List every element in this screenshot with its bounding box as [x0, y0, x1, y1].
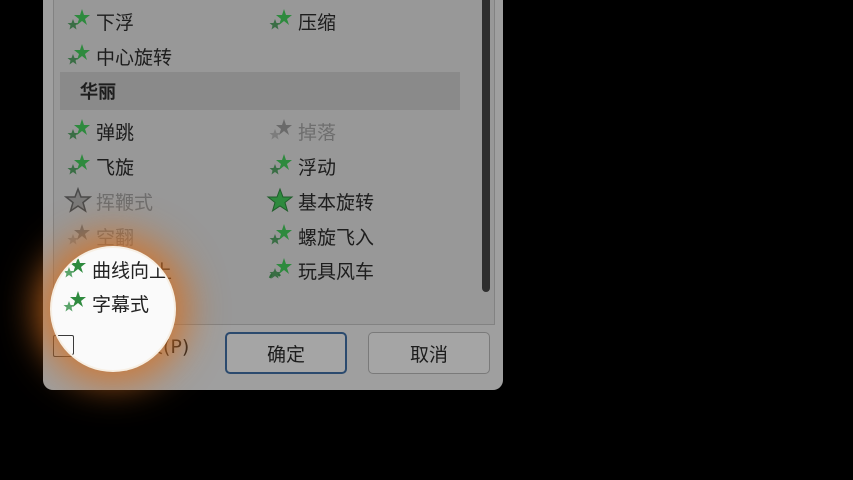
- multi-star-icon: [67, 119, 90, 140]
- multi-star-icon: [67, 9, 90, 30]
- multi-star-icon: [63, 291, 86, 312]
- effect-item-kongfan[interactable]: 空翻: [64, 220, 134, 252]
- multi-star-icon: [269, 9, 292, 30]
- effect-item-huibianshi[interactable]: 挥鞭式: [64, 185, 153, 217]
- vertical-scrollbar[interactable]: [476, 0, 494, 324]
- pinwheel-star-icon: [268, 258, 292, 279]
- effect-label: 基本旋转: [298, 191, 375, 214]
- effect-label: 飞旋: [96, 156, 135, 179]
- effect-label: 玩具风车: [298, 260, 375, 283]
- effect-label: 弹跳: [96, 121, 135, 144]
- effect-label: 空翻: [96, 226, 135, 249]
- effect-item-xiafu[interactable]: 下浮: [64, 5, 134, 37]
- multi-star-icon: [269, 154, 292, 175]
- cancel-button[interactable]: 取消: [368, 332, 490, 374]
- star-icon: [266, 187, 294, 213]
- effect-item-jibenxuanzhuan[interactable]: 基本旋转: [266, 185, 374, 217]
- multi-star-icon: [269, 224, 292, 245]
- effect-label: 中心旋转: [96, 46, 173, 69]
- effect-item-luoxuanfeiru[interactable]: 螺旋飞入: [266, 220, 374, 252]
- effect-item-yasuo[interactable]: 压缩: [266, 5, 336, 37]
- effect-item-zhongxinxuanzhuan[interactable]: 中心旋转: [64, 40, 172, 72]
- effect-label: 字幕式: [92, 293, 150, 316]
- outline-star-icon: [64, 187, 92, 213]
- multi-star-icon: [269, 119, 292, 140]
- multi-star-icon: [63, 257, 86, 278]
- spotlight-checkbox: [54, 335, 74, 355]
- spotlight-highlight: 曲线向上 字幕式: [52, 248, 174, 370]
- effect-item-fudong[interactable]: 浮动: [266, 150, 336, 182]
- effect-item-tantiao[interactable]: 弹跳: [64, 115, 134, 147]
- effect-label: 压缩: [298, 11, 337, 34]
- effect-label: 下浮: [96, 11, 135, 34]
- effect-item-diaoluo[interactable]: 掉落: [266, 115, 336, 147]
- effect-item-wanjufengche[interactable]: 玩具风车: [266, 254, 374, 286]
- group-header-huali: 华丽: [60, 72, 460, 110]
- multi-star-icon: [67, 154, 90, 175]
- multi-star-icon: [67, 224, 90, 245]
- spotlight-item-zimushi[interactable]: 字幕式: [60, 289, 149, 317]
- effect-label: 挥鞭式: [96, 191, 154, 214]
- effect-label: 掉落: [298, 121, 337, 144]
- spotlight-item-quxianxiangshang: 曲线向上: [60, 255, 168, 283]
- effect-label: 浮动: [298, 156, 337, 179]
- effect-item-feixuan[interactable]: 飞旋: [64, 150, 134, 182]
- scrollbar-thumb[interactable]: [482, 0, 490, 292]
- multi-star-icon: [67, 44, 90, 65]
- effect-label: 螺旋飞入: [298, 226, 375, 249]
- ok-button[interactable]: 确定: [225, 332, 347, 374]
